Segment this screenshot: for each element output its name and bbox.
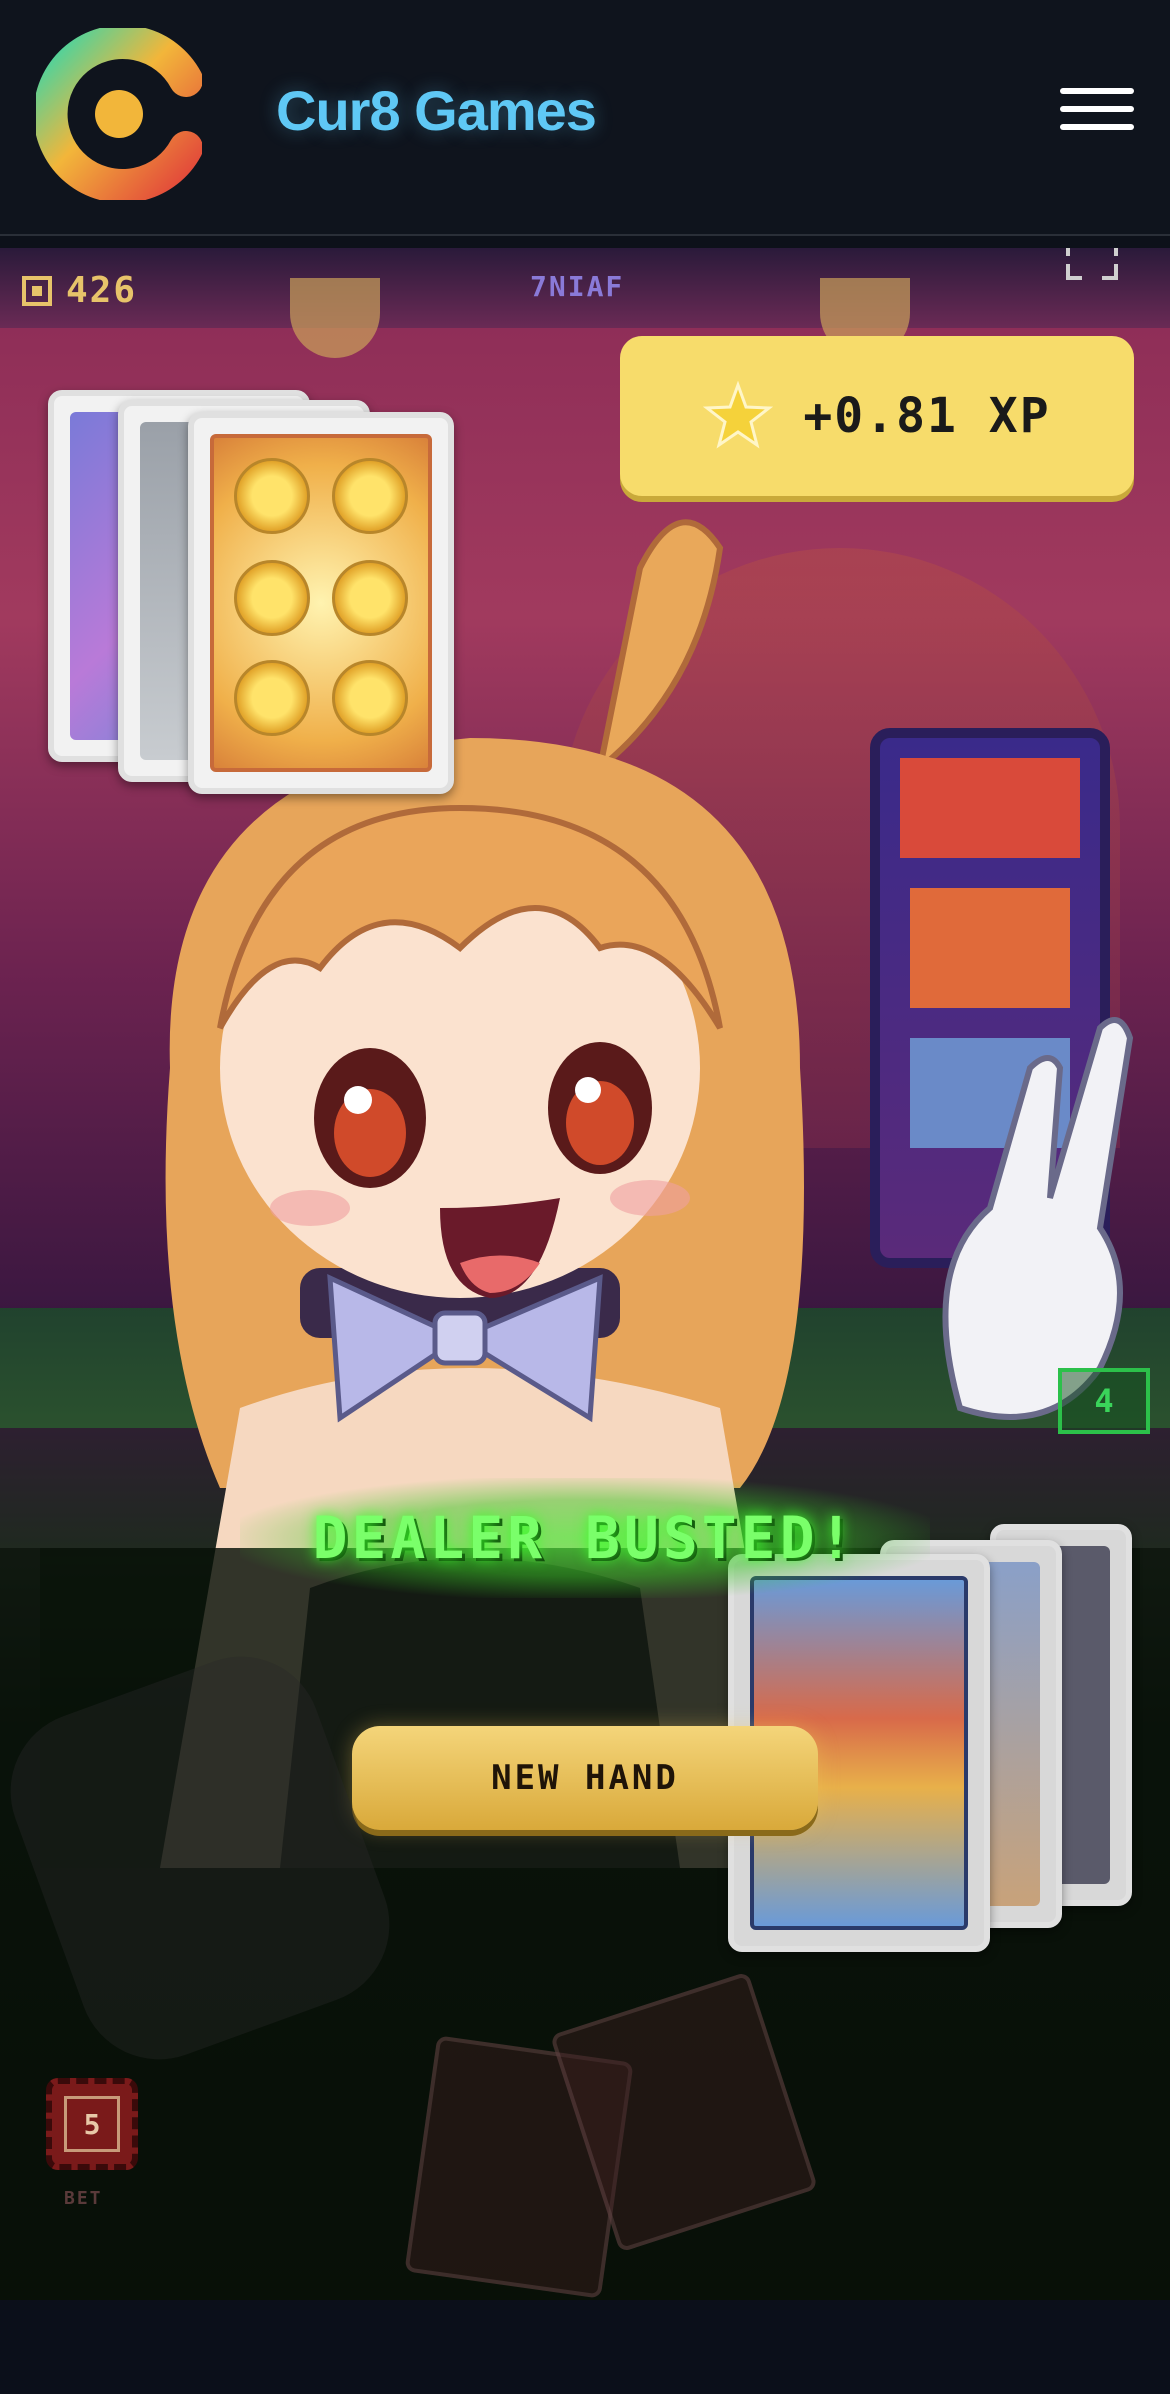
- dealer-card-count: 4: [1058, 1368, 1150, 1434]
- coin-count: 426: [66, 270, 138, 311]
- bottom-bar: [0, 2300, 1170, 2394]
- cur8-logo-icon[interactable]: [36, 28, 202, 200]
- hamburger-menu-icon[interactable]: [1060, 88, 1134, 138]
- bet-chip-value: 5: [64, 2096, 120, 2152]
- xp-reward-text: +0.81 XP: [803, 388, 1051, 444]
- app-header: Cur8 Games: [0, 0, 1170, 236]
- fullscreen-icon[interactable]: [1064, 248, 1120, 284]
- xp-reward-badge: +0.81 XP: [620, 336, 1134, 496]
- result-message: DEALER BUSTED!: [240, 1478, 930, 1598]
- star-icon: [703, 381, 774, 449]
- game-canvas[interactable]: 426 7NIAF +0.81 XP 4 DEALER BUSTED! NEW …: [0, 248, 1170, 2300]
- coin-icon: [22, 275, 52, 306]
- new-hand-button[interactable]: NEW HAND: [352, 1726, 818, 1830]
- bet-chip[interactable]: 5: [46, 2078, 138, 2170]
- coin-balance: 426: [22, 270, 137, 311]
- player-card: [188, 412, 454, 794]
- round-tag: 7NIAF: [530, 270, 625, 303]
- bet-label: BET: [64, 2188, 103, 2209]
- brand-name[interactable]: Cur8 Games: [276, 78, 597, 143]
